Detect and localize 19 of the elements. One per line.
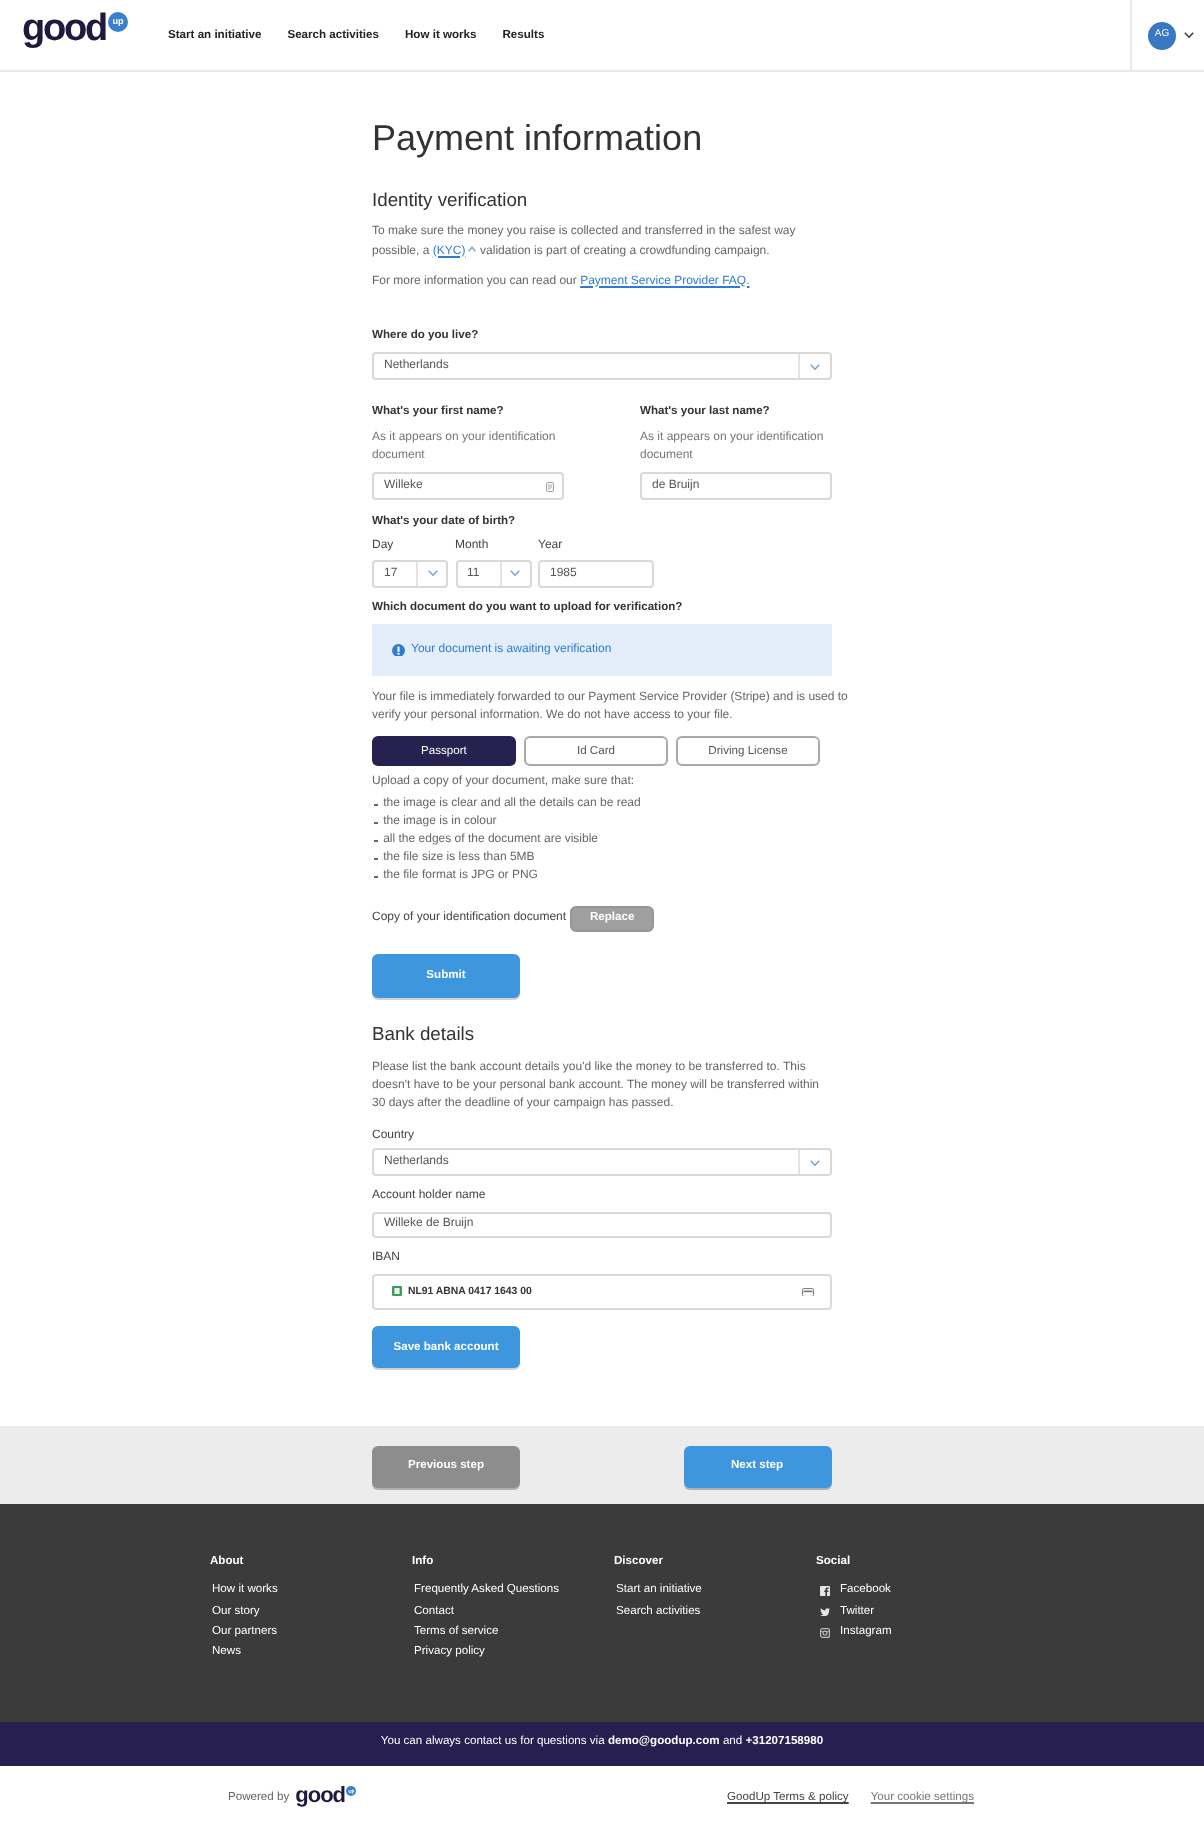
chevron-down-icon: [1184, 32, 1194, 38]
section-heading: Identity verification: [372, 188, 530, 212]
section-heading: Bank details: [372, 1022, 477, 1047]
logo-wordmark: good: [295, 1786, 346, 1809]
facebook-icon: [820, 1585, 830, 1596]
chevron-down-icon: [810, 363, 820, 369]
chevron-down-icon: [810, 1159, 820, 1166]
page-title: Payment information: [372, 116, 705, 160]
square-badge-icon: [392, 1286, 402, 1297]
camera-icon: [820, 1627, 830, 1638]
chevron-down-icon: [510, 570, 520, 576]
info-icon: [392, 643, 405, 657]
card-icon: [802, 1287, 814, 1296]
chevron-down-icon: [427, 570, 437, 576]
document-icon: [546, 481, 554, 491]
logo-badge-icon: [346, 1786, 357, 1797]
caret-up-icon: [468, 246, 477, 253]
bird-icon: [820, 1607, 830, 1616]
logo-wordmark: good: [22, 10, 107, 50]
